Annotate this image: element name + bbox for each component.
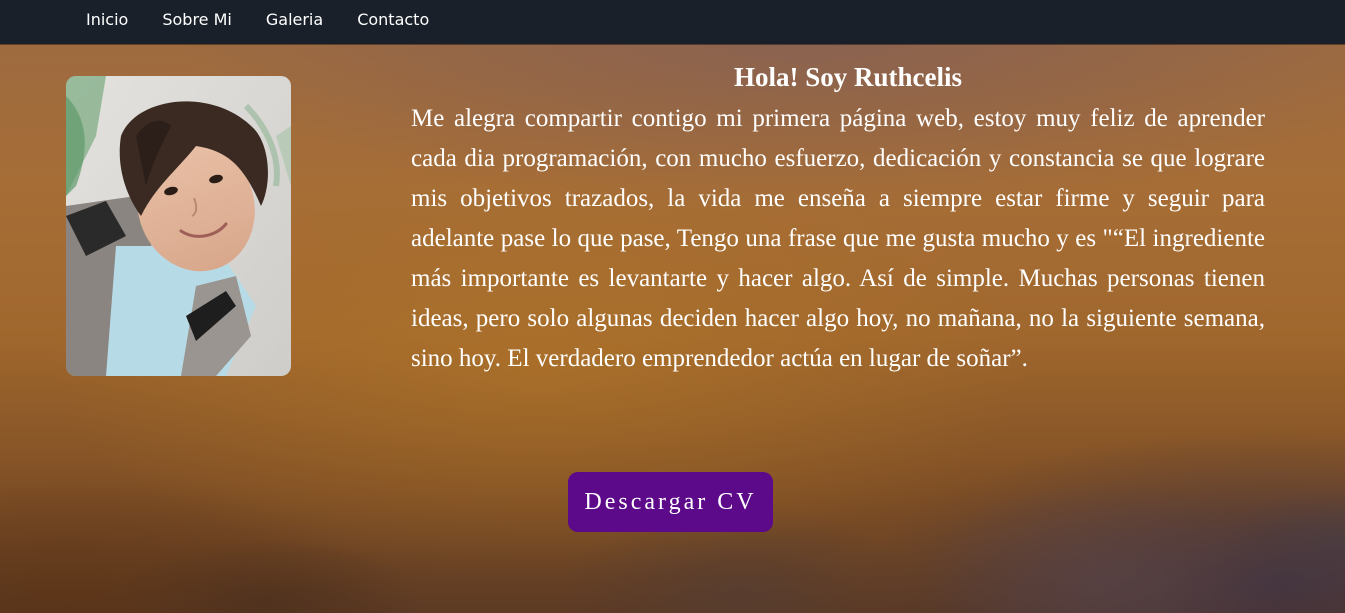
- nav-list: Inicio Sobre Mi Galeria Contacto: [0, 0, 1345, 44]
- profile-photo: [66, 76, 291, 376]
- about-section: Hola! Soy Ruthcelis Me alegra compartir …: [411, 58, 1265, 379]
- nav-link-inicio[interactable]: Inicio: [86, 0, 128, 44]
- nav-link-contacto[interactable]: Contacto: [357, 0, 429, 44]
- bio-paragraph: Me alegra compartir contigo mi primera p…: [411, 105, 1265, 372]
- profile-photo-image: [66, 76, 291, 376]
- page-title: Hola! Soy Ruthcelis: [733, 62, 962, 92]
- page: { "nav": { "items": [ {"label": "Inicio"…: [0, 0, 1345, 613]
- download-cv-button[interactable]: Descargar CV: [568, 472, 773, 532]
- nav-link-sobre-mi[interactable]: Sobre Mi: [162, 0, 232, 44]
- nav-link-galeria[interactable]: Galeria: [266, 0, 323, 44]
- navbar: Inicio Sobre Mi Galeria Contacto: [0, 0, 1345, 44]
